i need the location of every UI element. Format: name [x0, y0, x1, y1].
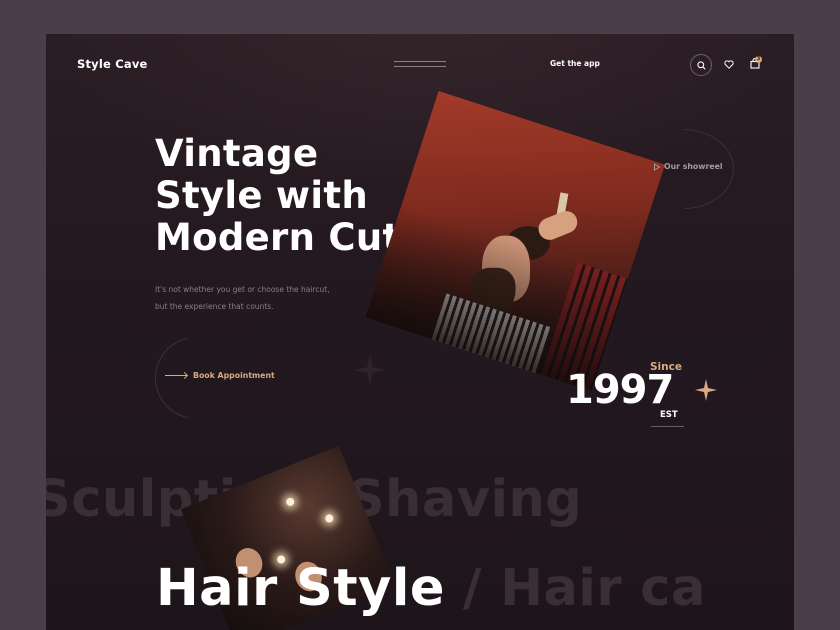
- service-next: / Hair ca: [462, 559, 706, 618]
- cart-count-badge: 3: [755, 56, 762, 63]
- logo[interactable]: Style Cave: [77, 57, 148, 71]
- hero-subtitle-line: It's not whether you get or choose the h…: [155, 285, 330, 294]
- established-year: 1997: [566, 367, 674, 413]
- search-icon: [696, 60, 706, 70]
- search-button[interactable]: [690, 54, 712, 76]
- get-app-link[interactable]: Get the app: [550, 59, 600, 68]
- est-divider: [651, 426, 684, 427]
- decorative-star-icon: [353, 353, 387, 387]
- play-icon: [654, 162, 661, 171]
- menu-line: [394, 61, 446, 62]
- showreel-label: Our showreel: [664, 162, 723, 171]
- book-appointment-label: Book Appointment: [193, 371, 275, 380]
- hero-subtitle: It's not whether you get or choose the h…: [155, 281, 375, 315]
- lamp-light: [324, 513, 335, 524]
- hand-shape: [535, 207, 581, 244]
- wishlist-button[interactable]: [723, 58, 735, 70]
- page-frame: Style Cave Get the app 3 Vintage Style w…: [46, 34, 794, 630]
- photo-shade: [365, 205, 628, 391]
- est-label: EST: [660, 410, 678, 420]
- arrow-right-icon: [165, 375, 187, 376]
- hero-subtitle-line: but the experience that counts.: [155, 302, 274, 311]
- lamp-light: [285, 496, 296, 508]
- menu-icon[interactable]: [394, 61, 446, 67]
- heart-icon: [724, 59, 734, 69]
- service-highlight[interactable]: Hair Style: [156, 559, 445, 618]
- showreel-button[interactable]: Our showreel: [653, 162, 723, 171]
- services-marquee-bottom: Hair Style / Hair ca: [156, 559, 706, 618]
- book-appointment-button[interactable]: Book Appointment: [165, 371, 275, 380]
- menu-line: [394, 66, 446, 67]
- star-icon: [695, 379, 717, 401]
